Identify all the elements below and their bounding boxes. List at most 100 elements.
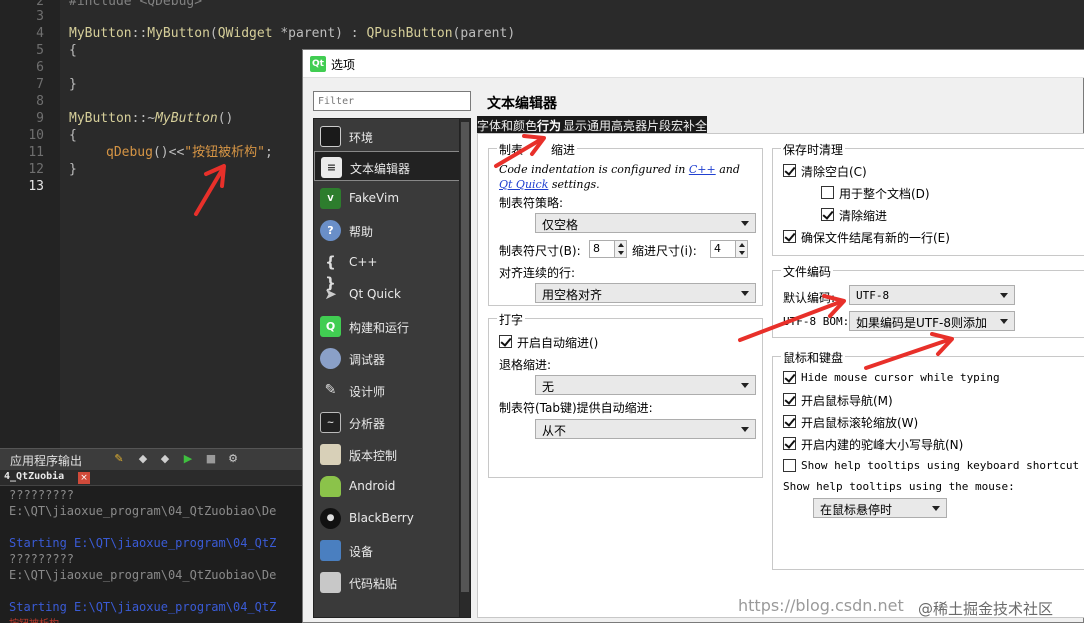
category-fakevim[interactable]: V FakeVim — [314, 183, 460, 213]
close-icon[interactable]: × — [78, 472, 90, 484]
tab-glyph: 宏 — [671, 119, 684, 133]
tab-glyph: 通 — [587, 119, 600, 133]
base-class-name: QPushButton — [366, 26, 453, 41]
hide-cursor-label: Hide mouse cursor while typing — [801, 371, 1000, 384]
category-label: FakeVim — [349, 191, 400, 205]
category-environment[interactable]: 环境 — [314, 121, 460, 151]
chevron-down-icon — [1000, 293, 1008, 298]
qtquick-settings-link[interactable]: Qt Quick — [499, 178, 548, 191]
previous-icon[interactable]: ◆ — [136, 452, 150, 466]
spin-buttons[interactable] — [735, 241, 747, 257]
filter-input[interactable] — [313, 91, 471, 111]
category-android[interactable]: Android — [314, 471, 460, 501]
spin-down-icon[interactable] — [739, 251, 745, 255]
cpp-settings-link[interactable]: C++ — [689, 163, 716, 176]
clean-whitespace-checkbox[interactable] — [783, 164, 796, 177]
category-text-editor[interactable]: ≡ 文本编辑器 — [314, 151, 460, 181]
bom-select[interactable]: 如果编码是UTF-8则添加 — [849, 311, 1015, 331]
code-punct: (parent) — [452, 26, 516, 41]
select-value: 仅空格 — [542, 218, 579, 232]
tabs-indentation-group: 制表 缩进 Code indentation is configured in C… — [488, 141, 763, 306]
category-code-paste[interactable]: 代码粘贴 — [314, 567, 460, 597]
category-debugger[interactable]: 调试器 — [314, 343, 460, 373]
tab-policy-select[interactable]: 仅空格 — [535, 213, 756, 233]
tab-size-label: 制表符尺寸(B): — [499, 244, 581, 258]
group-legend: 文件编码 — [781, 263, 834, 280]
category-devices[interactable]: 设备 — [314, 535, 460, 565]
auto-indent-label: 开启自动缩进() — [517, 336, 599, 350]
mouse-navigation-checkbox[interactable] — [783, 393, 796, 406]
code-line-10: { — [69, 127, 77, 144]
next-icon[interactable]: ◆ — [158, 452, 172, 466]
tab-macros[interactable]: 宏 — [671, 117, 683, 134]
code-punct: *parent) : — [272, 26, 367, 41]
line-number: 5 — [36, 43, 44, 58]
line-number: 6 — [36, 60, 44, 75]
clean-whitespace-label: 清除空白(C) — [801, 165, 867, 179]
category-scrollbar[interactable] — [459, 119, 470, 617]
clean-indentation-checkbox[interactable] — [821, 208, 834, 221]
camel-case-checkbox[interactable] — [783, 437, 796, 450]
output-line: E:\QT\jiaoxue_program\04_QtZuobiao\De — [9, 568, 277, 582]
application-output-pane: 应用程序输出 ✎ ◆ ◆ ▶ ■ ⚙ 4_QtZuobia × ????????… — [0, 448, 302, 623]
spin-up-icon[interactable] — [739, 243, 745, 247]
clean-icon[interactable]: ✎ — [112, 452, 126, 466]
category-qt-quick[interactable]: ➤ Qt Quick — [314, 279, 460, 309]
category-designer[interactable]: ✎ 设计师 — [314, 375, 460, 405]
code-line-12: } — [69, 161, 77, 178]
run-icon[interactable]: ▶ — [181, 452, 195, 466]
category-label: BlackBerry — [349, 511, 414, 525]
spin-down-icon[interactable] — [618, 251, 624, 255]
keyboard-tooltips-checkbox[interactable] — [783, 459, 796, 472]
wheel-zoom-checkbox[interactable] — [783, 415, 796, 428]
function-call: qDebug — [106, 145, 153, 160]
mouse-tooltips-select[interactable]: 在鼠标悬停时 — [813, 498, 947, 518]
category-cpp[interactable]: { } C++ — [314, 247, 460, 292]
category-analyzer[interactable]: ~ 分析器 — [314, 407, 460, 437]
tab-display[interactable]: 显示 — [563, 117, 587, 134]
tab-policy-label: 制表符策略: — [499, 196, 564, 210]
dialog-titlebar[interactable]: Qt 选项 — [303, 50, 1084, 78]
output-line: ????????? — [9, 552, 75, 566]
backspace-indent-select[interactable]: 无 — [535, 375, 756, 395]
default-encoding-select[interactable]: UTF-8 — [849, 285, 1015, 305]
typing-group: 打字 开启自动缩进() 退格缩进: 无 制表符(Tab键)提供自动缩进: 从不 — [488, 311, 763, 478]
indent-size-spinbox[interactable]: 4 — [710, 240, 748, 258]
stop-icon[interactable]: ■ — [204, 452, 218, 466]
output-line: Starting E:\QT\jiaoxue_program\04_QtZ — [9, 600, 277, 614]
entire-document-label: 用于整个文档(D) — [839, 187, 930, 201]
output-tab[interactable]: 4_QtZuobia × — [0, 470, 302, 486]
category-version-control[interactable]: 版本控制 — [314, 439, 460, 469]
tab-size-spinbox[interactable]: 8 — [589, 240, 627, 258]
note-text: settings. — [548, 178, 600, 191]
spin-buttons[interactable] — [614, 241, 626, 257]
spin-value: 4 — [714, 242, 721, 255]
tab-key-indent-select[interactable]: 从不 — [535, 419, 756, 439]
spin-up-icon[interactable] — [618, 243, 624, 247]
ensure-newline-checkbox[interactable] — [783, 230, 796, 243]
category-build-run[interactable]: Q 构建和运行 — [314, 311, 460, 341]
entire-document-checkbox[interactable] — [821, 186, 834, 199]
tab-completion[interactable]: 补全 — [683, 117, 707, 134]
line-number: 7 — [36, 77, 44, 92]
align-continuation-select[interactable]: 用空格对齐 — [535, 283, 756, 303]
select-value: 从不 — [542, 424, 567, 438]
keyboard-tooltips-label: Show help tooltips using keyboard shortc… — [801, 459, 1084, 472]
line-number: 10 — [28, 128, 44, 143]
version-control-icon — [320, 444, 341, 465]
attach-icon[interactable]: ⚙ — [226, 452, 240, 466]
tab-font-colors[interactable]: 字体和颜色 — [477, 117, 537, 134]
tab-glyph: 补 — [683, 119, 696, 133]
tab-generic-highlighter[interactable]: 通用高亮器 — [587, 117, 647, 134]
line-number-current: 13 — [28, 179, 44, 194]
category-blackberry[interactable]: ● BlackBerry — [314, 503, 460, 533]
code-line-7: } — [69, 76, 77, 93]
code-line-11: qDebug()<<"按钮被析构"; — [106, 144, 273, 161]
help-icon: ? — [320, 220, 341, 241]
auto-indent-checkbox[interactable] — [499, 335, 512, 348]
category-help[interactable]: ? 帮助 — [314, 215, 460, 245]
tab-snippets[interactable]: 片段 — [647, 117, 671, 134]
hide-cursor-checkbox[interactable] — [783, 371, 796, 384]
scrollbar-thumb[interactable] — [461, 122, 469, 592]
tab-behavior[interactable]: 行为 — [537, 117, 561, 134]
